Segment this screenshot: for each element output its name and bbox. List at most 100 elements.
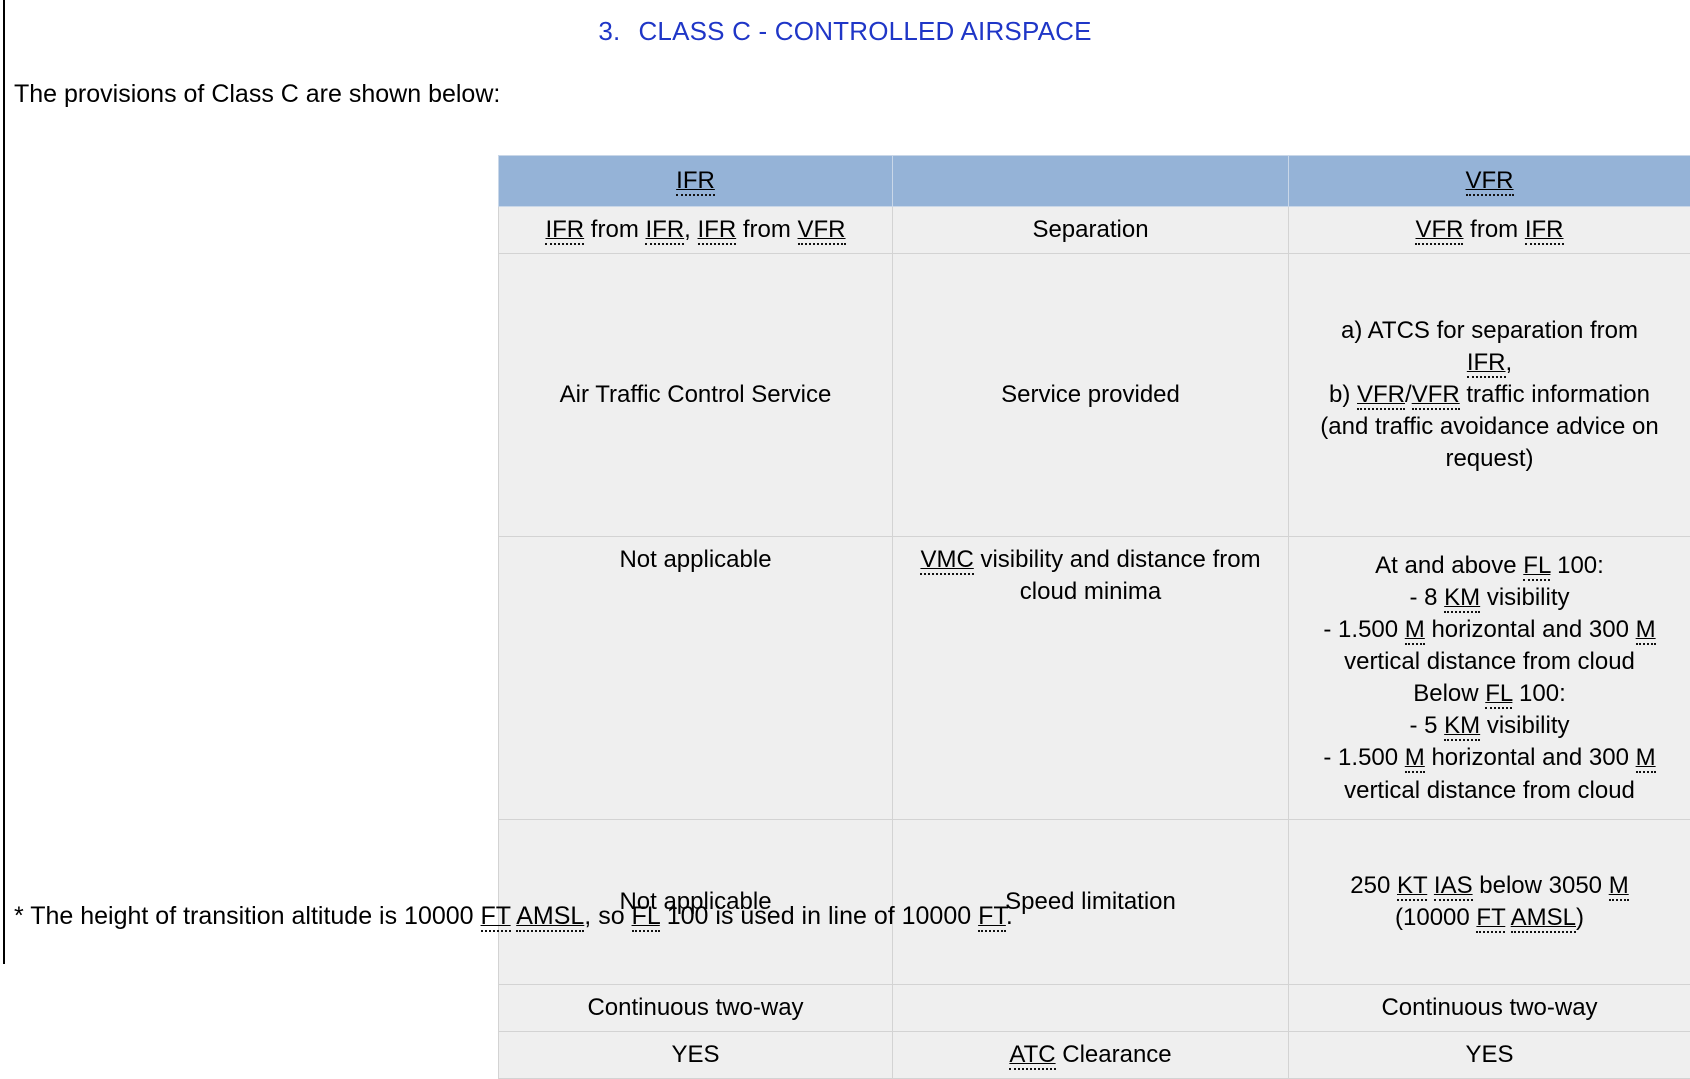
text-from: from xyxy=(1463,216,1524,243)
cell-middle-clearance: ATC Clearance xyxy=(893,1032,1289,1079)
text-b-marker: b) xyxy=(1329,381,1357,408)
column-header-ifr-label: IFR xyxy=(676,167,715,196)
text: a) ATCS for separation from xyxy=(1341,317,1638,344)
text: (10000 xyxy=(1395,904,1476,931)
table-row: Not applicable VMC visibility and distan… xyxy=(499,537,1690,820)
provisions-table-wrapper: IFR VFR IFR from IFR, IFR from VFR Separ… xyxy=(498,155,1690,1079)
vfr-vmc-line-8: vertical distance from cloud xyxy=(1299,775,1680,807)
text: - 5 xyxy=(1409,712,1444,739)
abbr-amsl: AMSL xyxy=(1511,904,1576,933)
abbr-ifr: IFR xyxy=(1525,216,1564,245)
column-header-vfr-label: VFR xyxy=(1466,167,1514,196)
section-heading-number: 3. xyxy=(598,16,620,46)
text: Below xyxy=(1413,680,1485,707)
text: traffic information xyxy=(1460,381,1650,408)
table-header-row: IFR VFR xyxy=(499,156,1690,207)
text: - 8 xyxy=(1409,584,1444,611)
intro-paragraph: The provisions of Class C are shown belo… xyxy=(14,80,500,109)
cell-middle-vmc: VMC visibility and distance from cloud m… xyxy=(893,537,1289,820)
text-comma: , xyxy=(684,216,697,243)
abbr-amsl: AMSL xyxy=(516,902,584,932)
vfr-service-line-5: request) xyxy=(1299,443,1680,475)
abbr-fl: FL xyxy=(1523,552,1550,581)
vfr-vmc-line-7: - 1.500 M horizontal and 300 M xyxy=(1299,742,1680,774)
abbr-ft: FT xyxy=(978,902,1006,932)
cell-ifr-communication: Continuous two-way xyxy=(499,985,893,1032)
text: - 1.500 xyxy=(1323,616,1404,643)
text: * The height of transition altitude is 1… xyxy=(14,902,481,930)
cell-middle-separation: Separation xyxy=(893,207,1289,254)
text: 100 is used in line of 10000 xyxy=(660,902,978,930)
text: , so xyxy=(584,902,631,930)
abbr-ifr: IFR xyxy=(645,216,684,245)
abbr-ifr: IFR xyxy=(1467,349,1506,378)
vfr-vmc-line-4: vertical distance from cloud xyxy=(1299,646,1680,678)
text: visibility xyxy=(1480,584,1569,611)
text-period: . xyxy=(1006,902,1013,930)
text-comma: , xyxy=(1506,349,1513,376)
table-row: IFR from IFR, IFR from VFR Separation VF… xyxy=(499,207,1690,254)
text: Clearance xyxy=(1056,1041,1172,1068)
text-space xyxy=(1505,904,1510,931)
abbr-fl: FL xyxy=(632,902,660,932)
column-header-middle xyxy=(893,156,1289,207)
abbr-vfr: VFR xyxy=(1412,381,1460,410)
vfr-vmc-line-1: At and above FL 100: xyxy=(1299,550,1680,582)
text-not-applicable: Not applicable xyxy=(619,546,771,573)
abbr-m: M xyxy=(1405,616,1425,645)
abbr-km: KM xyxy=(1444,712,1480,741)
text: visibility xyxy=(1480,712,1569,739)
column-header-vfr: VFR xyxy=(1289,156,1690,207)
text: 250 xyxy=(1350,872,1397,899)
abbr-m: M xyxy=(1636,616,1656,645)
vfr-vmc-line-5: Below FL 100: xyxy=(1299,678,1680,710)
cell-vfr-vmc: At and above FL 100: - 8 KM visibility -… xyxy=(1289,537,1690,820)
text: At and above xyxy=(1375,552,1523,579)
text: visibility and distance from cloud minim… xyxy=(974,546,1261,605)
section-heading: 3. CLASS C - CONTROLLED AIRSPACE xyxy=(598,16,1091,47)
cell-vfr-communication: Continuous two-way xyxy=(1289,985,1690,1032)
cell-ifr-service: Air Traffic Control Service xyxy=(499,254,893,537)
text-from: from xyxy=(584,216,645,243)
abbr-fl: FL xyxy=(1485,680,1512,709)
abbr-km: KM xyxy=(1444,584,1480,613)
abbr-ifr: IFR xyxy=(698,216,737,245)
text: 100: xyxy=(1512,680,1565,707)
cell-middle-service: Service provided xyxy=(893,254,1289,537)
text: horizontal and 300 xyxy=(1425,744,1636,771)
vfr-vmc-line-6: - 5 KM visibility xyxy=(1299,710,1680,742)
text: horizontal and 300 xyxy=(1425,616,1636,643)
cell-ifr-clearance: YES xyxy=(499,1032,893,1079)
text: - 1.500 xyxy=(1323,744,1404,771)
cell-vfr-separation: VFR from IFR xyxy=(1289,207,1690,254)
text: below 3050 xyxy=(1473,872,1609,899)
text-slash: / xyxy=(1405,381,1412,408)
table-row: Air Traffic Control Service Service prov… xyxy=(499,254,1690,537)
abbr-atc: ATC xyxy=(1009,1041,1055,1070)
cell-vfr-clearance: YES xyxy=(1289,1032,1690,1079)
text-from: from xyxy=(736,216,797,243)
section-heading-title: CLASS C - CONTROLLED AIRSPACE xyxy=(638,16,1091,46)
cell-vfr-service: a) ATCS for separation from IFR, b) VFR/… xyxy=(1289,254,1690,537)
abbr-m: M xyxy=(1636,744,1656,773)
abbr-vfr: VFR xyxy=(1357,381,1405,410)
text-paren: ) xyxy=(1576,904,1584,931)
provisions-table: IFR VFR IFR from IFR, IFR from VFR Separ… xyxy=(498,155,1690,1079)
abbr-vmc: VMC xyxy=(920,546,973,575)
abbr-m: M xyxy=(1609,872,1629,901)
vfr-service-line-4: (and traffic avoidance advice on xyxy=(1299,411,1680,443)
vfr-vmc-line-3: - 1.500 M horizontal and 300 M xyxy=(1299,614,1680,646)
abbr-ifr: IFR xyxy=(545,216,584,245)
vfr-speed-line-2: (10000 FT AMSL) xyxy=(1299,902,1680,934)
cell-ifr-vmc: Not applicable xyxy=(499,537,893,820)
abbr-kt: KT xyxy=(1397,872,1427,901)
cell-vfr-speed: 250 KT IAS below 3050 M (10000 FT AMSL) xyxy=(1289,820,1690,985)
abbr-ft: FT xyxy=(481,902,511,932)
column-header-ifr: IFR xyxy=(499,156,893,207)
abbr-ft: FT xyxy=(1476,904,1505,933)
vfr-vmc-line-2: - 8 KM visibility xyxy=(1299,582,1680,614)
abbr-ias: IAS xyxy=(1434,872,1473,901)
vfr-service-line-3: b) VFR/VFR traffic information xyxy=(1299,379,1680,411)
abbr-m: M xyxy=(1405,744,1425,773)
abbr-vfr: VFR xyxy=(1415,216,1463,245)
